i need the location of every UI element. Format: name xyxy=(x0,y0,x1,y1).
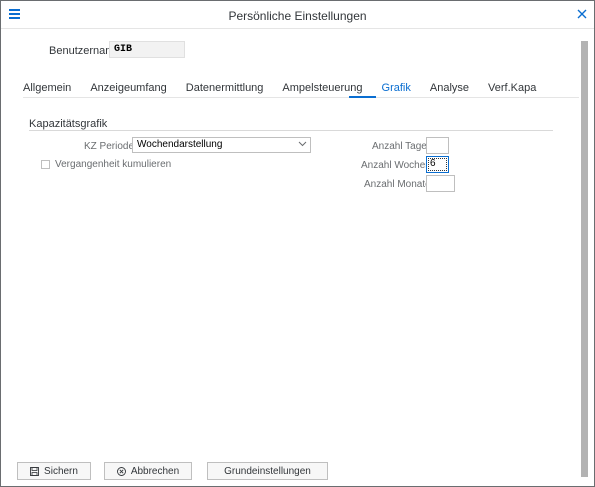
username-field: GIB xyxy=(109,41,185,58)
section-title: Kapazitätsgrafik xyxy=(29,118,108,130)
chevron-down-icon[interactable] xyxy=(298,139,307,149)
tab-verf-kapa[interactable]: Verf.Kapa xyxy=(488,82,536,98)
cancel-icon xyxy=(116,466,126,476)
months-field[interactable] xyxy=(426,175,455,192)
section-divider xyxy=(29,130,553,131)
save-button[interactable]: Sichern xyxy=(17,462,91,480)
period-label: KZ Periode: xyxy=(84,141,137,152)
vertical-scrollbar[interactable] xyxy=(581,41,588,477)
tab-allgemein[interactable]: Allgemein xyxy=(23,82,71,98)
defaults-label: Grundeinstellungen xyxy=(224,465,311,477)
tab-anzeigeumfang[interactable]: Anzeigeumfang xyxy=(90,82,166,98)
defaults-button[interactable]: Grundeinstellungen xyxy=(207,462,328,480)
days-label: Anzahl Tage: xyxy=(372,141,430,152)
save-icon xyxy=(30,466,39,476)
cancel-label: Abbrechen xyxy=(130,465,180,477)
months-label: Anzahl Monate: xyxy=(364,179,434,190)
tab-grafik[interactable]: Grafik xyxy=(382,82,411,98)
cumulate-past-label: Vergangenheit kumulieren xyxy=(55,159,172,170)
cancel-button[interactable]: Abbrechen xyxy=(104,462,192,480)
tab-divider xyxy=(23,97,579,98)
tab-bar: Allgemein Anzeigeumfang Datenermittlung … xyxy=(23,82,555,98)
close-icon[interactable] xyxy=(576,7,588,21)
period-select-value: Wochendarstellung xyxy=(137,139,223,150)
tab-analyse[interactable]: Analyse xyxy=(430,82,469,98)
period-select[interactable]: Wochendarstellung xyxy=(132,137,311,153)
dialog-window: Persönliche Einstellungen Benutzername: … xyxy=(0,0,595,487)
tab-datenermittlung[interactable]: Datenermittlung xyxy=(186,82,264,98)
title-bar: Persönliche Einstellungen xyxy=(1,1,594,29)
active-tab-indicator xyxy=(349,96,376,98)
weeks-field[interactable]: 6 xyxy=(426,156,449,173)
save-label: Sichern xyxy=(44,465,78,477)
dialog-title: Persönliche Einstellungen xyxy=(228,9,367,23)
weeks-label: Anzahl Wochen: xyxy=(361,160,434,171)
days-field[interactable] xyxy=(426,137,449,154)
cumulate-past-checkbox[interactable] xyxy=(41,160,50,169)
